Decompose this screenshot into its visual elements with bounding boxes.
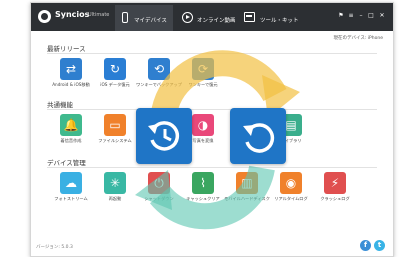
tile-icon-box: ⏻ [148,172,170,194]
tile-icon-box: 🔔 [60,114,82,136]
app-window: Syncios Ultimate マイデバイス オンライン動画 ツール・キット … [30,2,394,257]
version-label: バージョン: 5.0.3 [36,245,73,250]
tile-reboot[interactable]: ✳ 再起動 [91,172,139,214]
tile-label: シャットダウン [144,196,174,201]
tile-icon-box: ↻ [104,58,126,80]
flag-icon[interactable]: ⚑ [337,11,345,21]
tile-mobile-hard-disk[interactable]: ▥ モバイルハードディスク [223,172,271,214]
tile-label: Android & iOS移動 [52,82,90,87]
tile-ios-data-recovery[interactable]: ↻ iOS データ復元 [91,58,139,100]
app-edition: Ultimate [88,12,110,18]
tile-icon-box: ◉ [280,172,302,194]
backup-icon [136,108,192,164]
tile-label: ワンキーでバックアップ [136,82,182,87]
title-bar: Syncios Ultimate マイデバイス オンライン動画 ツール・キット … [31,3,393,31]
tile-icon-box: ◑ [192,114,214,136]
tab-toolkit[interactable]: ツール・キット [238,5,300,31]
divider [47,109,377,110]
photo-icon: ◑ [197,118,209,132]
tile-shutdown[interactable]: ⏻ シャットダウン [135,172,183,214]
syncios-logo-icon [38,10,51,23]
tab-label: ツール・キット [260,18,299,24]
menu-icon[interactable]: ≡ [347,11,355,21]
tile-clear-cache[interactable]: ⌇ キャッシュクリア [179,172,227,214]
tile-icon-box: ⌇ [192,172,214,194]
log-icon: ◉ [285,176,297,190]
tile-icon-box: ⚡ [324,172,346,194]
tab-label: オンライン動画 [197,18,236,24]
tile-label: クラッシュログ [320,196,350,201]
tile-label: 着信音作成 [60,138,82,143]
tile-label: 再起動 [108,196,122,201]
tile-icon-box: ⇄ [60,58,82,80]
facebook-icon[interactable]: f [360,240,371,251]
backup-icon: ⟲ [153,62,165,76]
bell-icon: 🔔 [63,118,79,132]
folder-icon: ▭ [109,118,121,132]
selected-device-label: 現在のデバイス: iPhone [333,36,383,41]
tile-label: フォトストリーム [54,196,88,201]
tab-my-device[interactable]: マイデバイス [115,5,173,31]
tile-label: ファイルシステム [98,138,132,143]
tile-icon-box: ▭ [104,114,126,136]
tile-crash-log[interactable]: ⚡ クラッシュログ [311,172,359,214]
minimize-icon[interactable]: – [357,11,365,21]
tile-icon-box: ⟲ [148,58,170,80]
section-title-common: 共通機能 [47,101,73,109]
main-content: 現在のデバイス: iPhone 最新リリース ⇄ Android & iOS移動… [31,31,393,256]
loading-icon: ✳ [109,176,121,190]
tile-label: キャッシュクリア [186,196,220,201]
tile-photo-stream[interactable]: ☁ フォトストリーム [47,172,95,214]
power-icon: ⏻ [154,176,164,190]
tile-icon-box: ☁ [60,172,82,194]
restore-icon: ⟳ [197,62,209,76]
tile-label: iOS データ復元 [100,82,130,87]
tile-one-click-restore[interactable]: ⟳ ワンキーで復元 [179,58,227,100]
tile-icon-box: ▥ [236,172,258,194]
tile-realtime-log[interactable]: ◉ リアルタイムログ [267,172,315,214]
twitter-icon[interactable]: t [374,240,385,251]
crash-log-icon: ⚡ [330,176,340,190]
maximize-icon[interactable]: □ [367,11,375,21]
swap-arrows-icon: ⇄ [65,62,77,76]
tile-icon-box: ✳ [104,172,126,194]
section-title-device-management: デバイス管理 [47,159,86,167]
phone-icon [122,12,128,23]
toolbox-icon [244,12,255,22]
app-name: Syncios [55,10,90,19]
section-title-latest: 最新リリース [47,45,86,53]
disk-icon: ▥ [241,176,253,190]
restore-icon: ↻ [109,62,121,76]
tile-android-ios-transfer[interactable]: ⇄ Android & iOS移動 [47,58,95,100]
broom-icon: ⌇ [200,176,206,190]
restore-icon [230,108,286,164]
divider [47,53,377,54]
tab-online-video[interactable]: オンライン動画 [177,5,236,31]
tile-ringtone-maker[interactable]: 🔔 着信音作成 [47,114,95,156]
tile-file-system[interactable]: ▭ ファイルシステム [91,114,139,156]
play-icon [182,12,193,23]
tile-label: モバイルハードディスク [224,196,270,201]
cloud-icon: ☁ [65,176,77,190]
tile-label: ワンキーで復元 [188,82,218,87]
tile-icon-box: ⟳ [192,58,214,80]
tile-one-click-backup[interactable]: ⟲ ワンキーでバックアップ [135,58,183,100]
tab-label: マイデバイス [134,18,167,24]
divider [47,167,377,168]
tile-label: リアルタイムログ [274,196,308,201]
close-icon[interactable]: ✕ [378,11,386,21]
